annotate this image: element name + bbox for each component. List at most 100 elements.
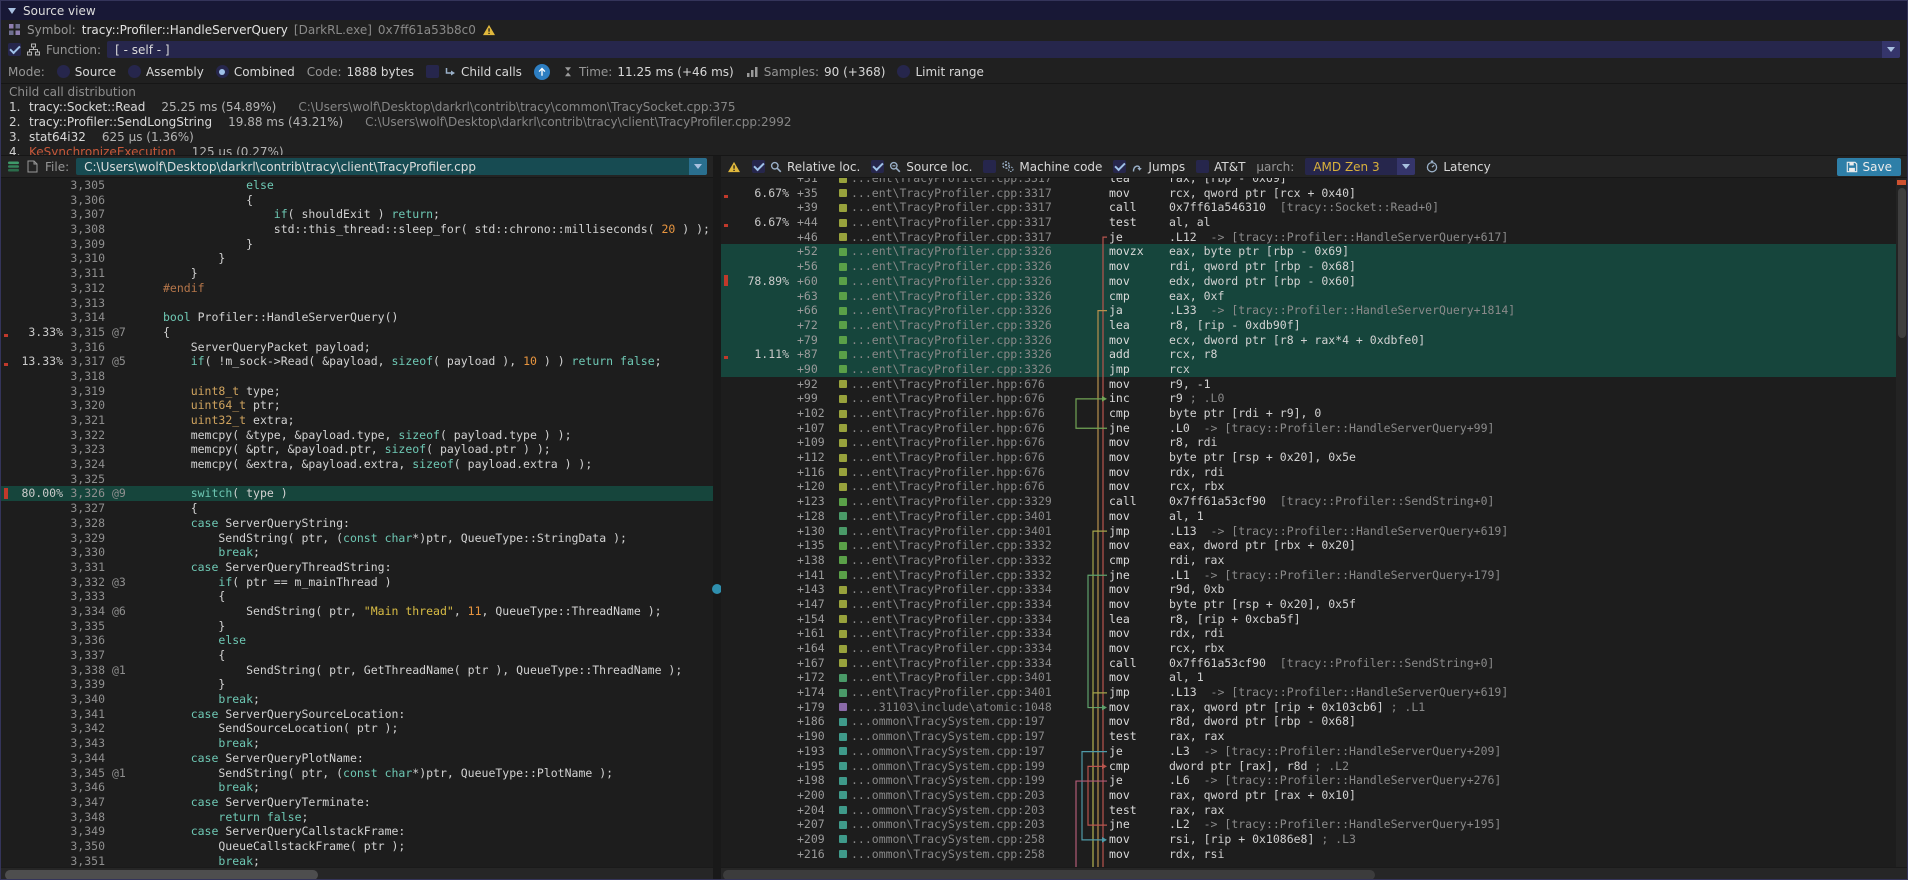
asm-row[interactable]: +120...ent\TracyProfiler.hpp:676movrcx, …	[721, 479, 1907, 494]
source-line[interactable]: 3,335 }	[1, 619, 713, 634]
asm-row[interactable]: +66...ent\TracyProfiler.cpp:3326ja.L33 -…	[721, 303, 1907, 318]
file-combo[interactable]: C:\Users\wolf\Desktop\darkrl\contrib\tra…	[76, 158, 707, 175]
save-button[interactable]: Save	[1837, 158, 1901, 176]
source-line[interactable]: 3,344 case ServerQueryPlotName:	[1, 751, 713, 766]
child-call-row[interactable]: 1.tracy::Socket::Read25.25 ms (54.89%)C:…	[9, 100, 1907, 115]
limit-range-checkbox[interactable]: Limit range	[897, 65, 983, 79]
mode-assembly-radio[interactable]: Assembly	[128, 65, 204, 79]
source-line[interactable]: 3,338@1 SendString( ptr, GetThreadName( …	[1, 663, 713, 678]
assembly-vertical-scrollbar[interactable]	[1896, 178, 1907, 867]
source-line[interactable]: 3,309 }	[1, 237, 713, 252]
source-line[interactable]: 3,330 break;	[1, 545, 713, 560]
asm-row[interactable]: +79...ent\TracyProfiler.cpp:3326movecx, …	[721, 333, 1907, 348]
source-line[interactable]: 3,336 else	[1, 633, 713, 648]
asm-row[interactable]: +135...ent\TracyProfiler.cpp:3332moveax,…	[721, 538, 1907, 553]
source-line[interactable]: 3,321 uint32_t extra;	[1, 413, 713, 428]
function-checkbox[interactable]	[8, 43, 21, 56]
asm-row[interactable]: +167...ent\TracyProfiler.cpp:3334call0x7…	[721, 656, 1907, 671]
att-syntax-checkbox[interactable]: AT&T	[1196, 160, 1245, 174]
asm-row[interactable]: 6.67%+44...ent\TracyProfiler.cpp:3317tes…	[721, 215, 1907, 230]
asm-row[interactable]: +164...ent\TracyProfiler.cpp:3334movrcx,…	[721, 641, 1907, 656]
asm-row[interactable]: +200...ommon\TracySystem.cpp:203movrax, …	[721, 788, 1907, 803]
asm-row[interactable]: +138...ent\TracyProfiler.cpp:3332cmprdi,…	[721, 553, 1907, 568]
source-line[interactable]: 3,339 }	[1, 677, 713, 692]
source-line[interactable]: 3,331 case ServerQueryThreadString:	[1, 560, 713, 575]
asm-row[interactable]: +204...ommon\TracySystem.cpp:203testrax,…	[721, 803, 1907, 818]
source-line[interactable]: 3,308 std::this_thread::sleep_for( std::…	[1, 222, 713, 237]
source-line[interactable]: 3,305 else	[1, 178, 713, 193]
source-line[interactable]: 3,323 memcpy( &ptr, &payload.ptr, sizeof…	[1, 442, 713, 457]
asm-row[interactable]: +216...ommon\TracySystem.cpp:258movrdx, …	[721, 847, 1907, 862]
child-call-row[interactable]: 4.KeSynchronizeExecution125 μs (0.27%)	[9, 145, 1907, 155]
child-call-row[interactable]: 3.stat64i32625 μs (1.36%)	[9, 130, 1907, 145]
asm-row[interactable]: +109...ent\TracyProfiler.hpp:676movr8, r…	[721, 435, 1907, 450]
pane-splitter[interactable]	[713, 156, 721, 880]
source-line[interactable]: 3,333 {	[1, 589, 713, 604]
source-line[interactable]: 3,345@1 SendString( ptr, (const char*)pt…	[1, 766, 713, 781]
asm-row[interactable]: +116...ent\TracyProfiler.hpp:676movrdx, …	[721, 465, 1907, 480]
asm-row[interactable]: +56...ent\TracyProfiler.cpp:3326movrdi, …	[721, 259, 1907, 274]
source-line[interactable]: 3,332@3 if( ptr == m_mainThread )	[1, 575, 713, 590]
source-line[interactable]: 3,343 break;	[1, 736, 713, 751]
asm-row[interactable]: +179....31103\include\atomic:1048movrax,…	[721, 700, 1907, 715]
source-line[interactable]: 3,346 break;	[1, 780, 713, 795]
source-line[interactable]: 3,350 QueueCallstackFrame( ptr );	[1, 839, 713, 854]
source-horizontal-scrollbar[interactable]	[1, 867, 713, 880]
asm-row[interactable]: +102...ent\TracyProfiler.hpp:676cmpbyte …	[721, 406, 1907, 421]
asm-row[interactable]: +63...ent\TracyProfiler.cpp:3326cmpeax, …	[721, 289, 1907, 304]
mode-combined-radio[interactable]: Combined	[216, 65, 295, 79]
latency-toggle[interactable]: Latency	[1426, 160, 1490, 174]
mode-source-radio[interactable]: Source	[57, 65, 116, 79]
asm-row[interactable]: +172...ent\TracyProfiler.cpp:3401moval, …	[721, 670, 1907, 685]
asm-row[interactable]: +193...ommon\TracySystem.cpp:197je.L3 ->…	[721, 744, 1907, 759]
source-line[interactable]: 3,351 break;	[1, 854, 713, 867]
source-line[interactable]: 3,318	[1, 369, 713, 384]
asm-row[interactable]: +92...ent\TracyProfiler.hpp:676movr9, -1	[721, 377, 1907, 392]
source-line[interactable]: 80.00%3,326@9 switch( type )	[1, 486, 713, 501]
source-line[interactable]: 3,329 SendString( ptr, (const char*)ptr,…	[1, 531, 713, 546]
asm-row[interactable]: +198...ommon\TracySystem.cpp:199je.L6 ->…	[721, 773, 1907, 788]
source-line[interactable]: 3,342 SendSourceLocation( ptr );	[1, 721, 713, 736]
asm-row[interactable]: +186...ommon\TracySystem.cpp:197movr8d, …	[721, 714, 1907, 729]
scrollbar-thumb[interactable]	[5, 870, 318, 880]
source-loc-checkbox[interactable]: Source loc.	[871, 160, 972, 174]
asm-row[interactable]: +154...ent\TracyProfiler.cpp:3334lear8, …	[721, 612, 1907, 627]
source-line[interactable]: 3,319 uint8_t type;	[1, 384, 713, 399]
source-line[interactable]: 3,320 uint64_t ptr;	[1, 398, 713, 413]
asm-row[interactable]: +46...ent\TracyProfiler.cpp:3317je.L12 -…	[721, 230, 1907, 245]
source-line[interactable]: 3,327 {	[1, 501, 713, 516]
asm-row[interactable]: +130...ent\TracyProfiler.cpp:3401jmp.L13…	[721, 524, 1907, 539]
warning-icon[interactable]	[727, 161, 741, 173]
asm-row[interactable]: +161...ent\TracyProfiler.cpp:3334movrdx,…	[721, 626, 1907, 641]
source-line[interactable]: 3,349 case ServerQueryCallstackFrame:	[1, 824, 713, 839]
source-line[interactable]: 3,347 case ServerQueryTerminate:	[1, 795, 713, 810]
source-line[interactable]: 3,314bool Profiler::HandleServerQuery()	[1, 310, 713, 325]
asm-row[interactable]: +72...ent\TracyProfiler.cpp:3326lear8, […	[721, 318, 1907, 333]
asm-row[interactable]: +207...ommon\TracySystem.cpp:203jne.L2 -…	[721, 817, 1907, 832]
source-line[interactable]: 3,310 }	[1, 251, 713, 266]
source-line[interactable]: 3,313	[1, 296, 713, 311]
source-line[interactable]: 3,337 {	[1, 648, 713, 663]
asm-row[interactable]: +90...ent\TracyProfiler.cpp:3326jmprcx	[721, 362, 1907, 377]
title-bar[interactable]: Source view	[1, 1, 1907, 20]
uarch-combo[interactable]: AMD Zen 3	[1305, 158, 1415, 175]
jumps-checkbox[interactable]: Jumps	[1113, 160, 1185, 174]
source-line[interactable]: 3,306 {	[1, 193, 713, 208]
child-call-row[interactable]: 2.tracy::Profiler::SendLongString19.88 m…	[9, 115, 1907, 130]
source-line[interactable]: 3,325	[1, 472, 713, 487]
asm-row[interactable]: +141...ent\TracyProfiler.cpp:3332jne.L1 …	[721, 568, 1907, 583]
source-line[interactable]: 3.33%3,315@7{	[1, 325, 713, 340]
source-line[interactable]: 3,324 memcpy( &extra, &payload.extra, si…	[1, 457, 713, 472]
source-line[interactable]: 13.33%3,317@5 if( !m_sock->Read( &payloa…	[1, 354, 713, 369]
source-line[interactable]: 3,328 case ServerQueryString:	[1, 516, 713, 531]
asm-row[interactable]: 6.67%+35...ent\TracyProfiler.cpp:3317mov…	[721, 186, 1907, 201]
asm-row[interactable]: +174...ent\TracyProfiler.cpp:3401jmp.L13…	[721, 685, 1907, 700]
asm-row[interactable]: +112...ent\TracyProfiler.hpp:676movbyte …	[721, 450, 1907, 465]
collapse-icon[interactable]	[8, 8, 16, 14]
assembly-horizontal-scrollbar[interactable]	[721, 867, 1907, 880]
asm-row[interactable]: +99...ent\TracyProfiler.hpp:676incr9 ; .…	[721, 391, 1907, 406]
source-line[interactable]: 3,311 }	[1, 266, 713, 281]
source-line[interactable]: 3,322 memcpy( &type, &payload.type, size…	[1, 428, 713, 443]
asm-row[interactable]: 1.11%+87...ent\TracyProfiler.cpp:3326add…	[721, 347, 1907, 362]
source-line[interactable]: 3,307 if( shouldExit ) return;	[1, 207, 713, 222]
